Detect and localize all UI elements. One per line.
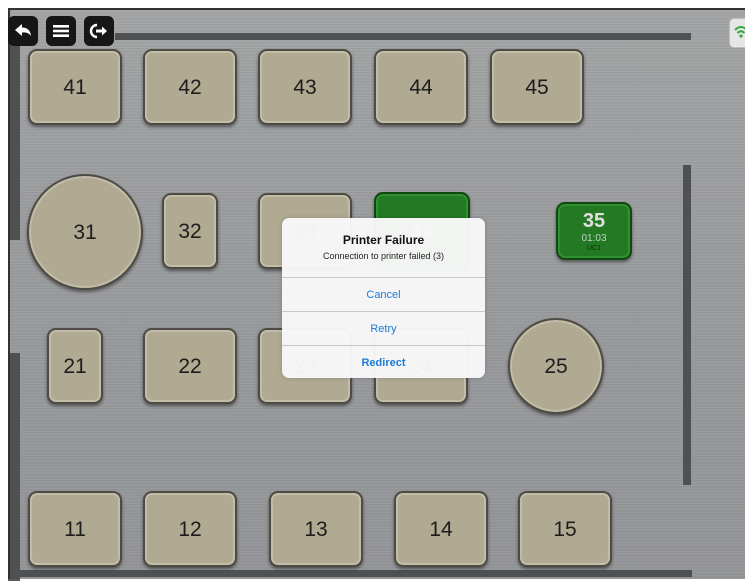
dialog-title: Printer Failure xyxy=(342,233,425,247)
dialog-message: Connection to printer failed (3) xyxy=(322,251,445,261)
back-arrow-icon xyxy=(15,24,31,36)
logout-icon xyxy=(89,23,107,39)
menu-button[interactable] xyxy=(46,16,76,46)
wifi-indicator xyxy=(729,18,745,48)
printer-failure-dialog: Printer Failure Connection to printer fa… xyxy=(282,218,485,378)
dialog-header: Printer Failure Connection to printer fa… xyxy=(282,218,485,278)
back-button[interactable] xyxy=(8,16,38,46)
redirect-button[interactable]: Redirect xyxy=(282,346,485,378)
wifi-icon xyxy=(734,26,745,38)
menu-icon xyxy=(53,25,69,37)
cancel-button[interactable]: Cancel xyxy=(282,278,485,312)
toolbar xyxy=(8,16,114,46)
retry-button[interactable]: Retry xyxy=(282,312,485,346)
logout-button[interactable] xyxy=(84,16,114,46)
